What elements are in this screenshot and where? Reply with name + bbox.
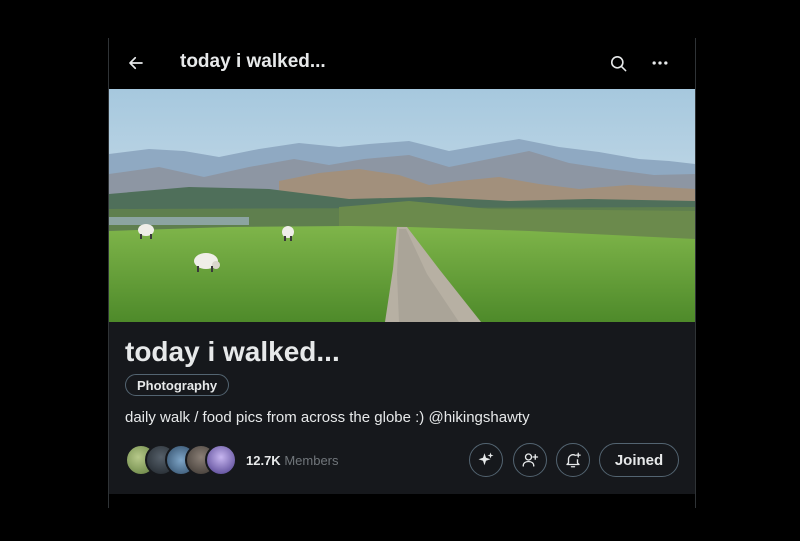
banner-photo <box>109 89 695 322</box>
grok-button[interactable] <box>469 443 503 477</box>
add-user-icon <box>522 453 539 467</box>
top-bar: today i walked... <box>109 38 695 89</box>
bell-plus-icon <box>566 452 581 468</box>
landscape-image <box>109 89 695 322</box>
community-description: daily walk / food pics from across the g… <box>125 409 530 426</box>
members-count[interactable]: 12.7K Members <box>246 453 339 468</box>
arrow-left-icon <box>129 56 143 70</box>
page-title: today i walked... <box>180 51 326 72</box>
more-button[interactable] <box>649 52 671 74</box>
invite-button[interactable] <box>513 443 547 477</box>
notifications-button[interactable] <box>556 443 590 477</box>
community-name: today i walked... <box>125 336 340 367</box>
sparkle-icon <box>478 452 494 466</box>
community-panel: today i walked... today i walked... Phot… <box>108 38 696 508</box>
joined-button[interactable]: Joined <box>599 443 679 477</box>
search-icon <box>610 55 626 71</box>
search-button[interactable] <box>607 52 629 74</box>
back-button[interactable] <box>125 52 147 74</box>
avatar <box>205 444 237 476</box>
members-label: Members <box>284 453 339 468</box>
community-info-card: today i walked... Photography daily walk… <box>109 322 695 494</box>
more-horizontal-icon <box>652 61 668 65</box>
category-tag[interactable]: Photography <box>125 374 230 396</box>
members-number: 12.7K <box>246 453 281 468</box>
